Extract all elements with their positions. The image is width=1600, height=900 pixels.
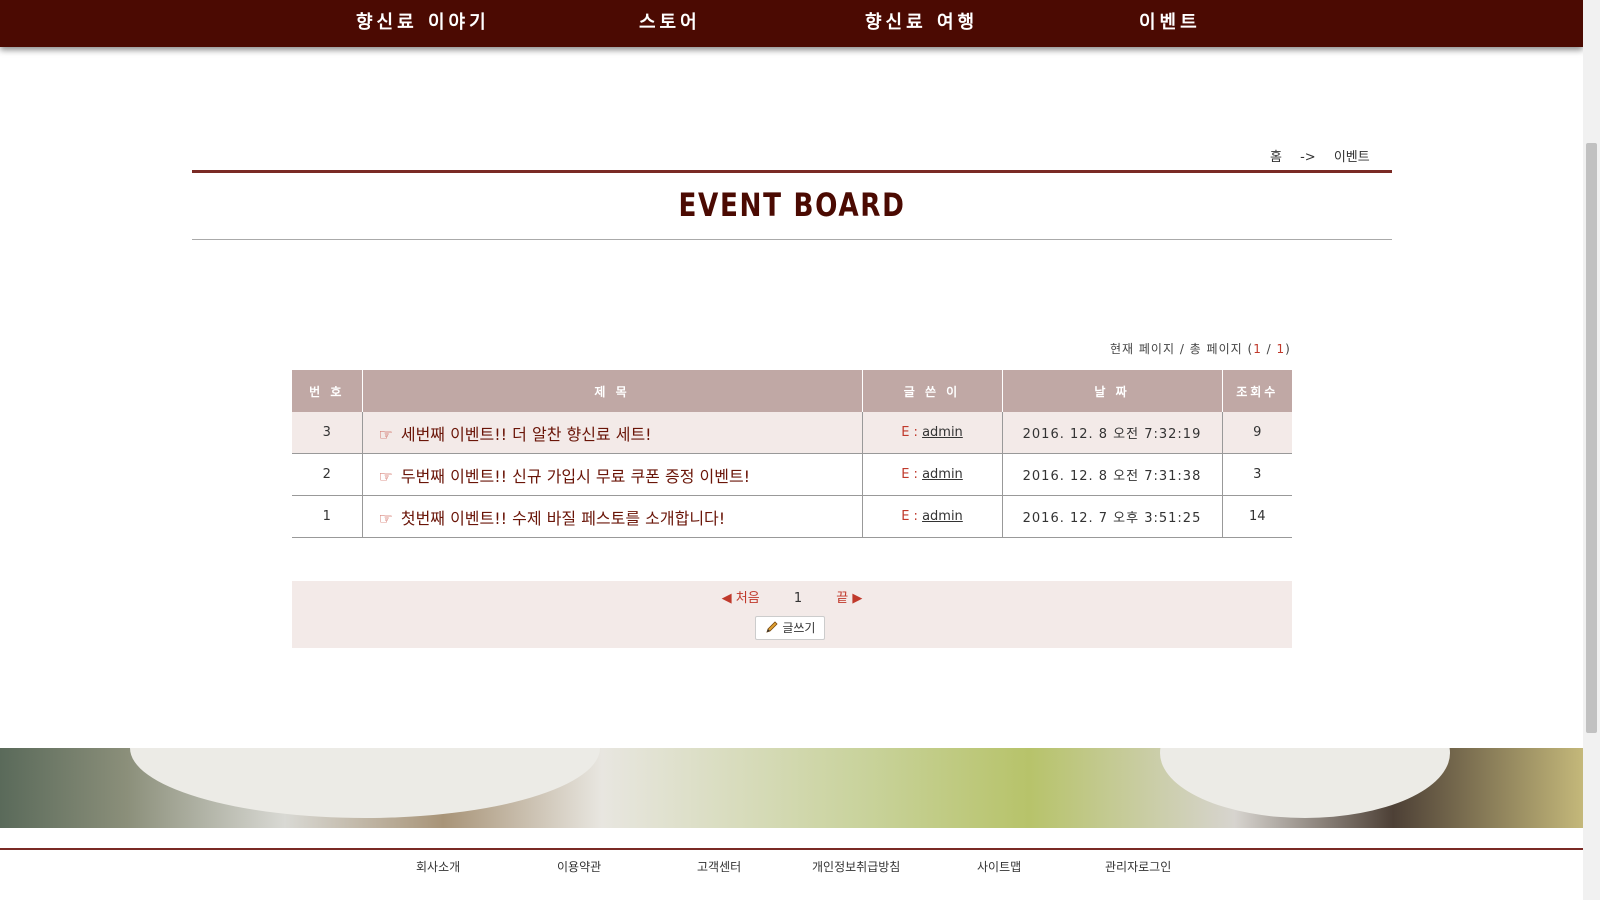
first-page-link[interactable]: ◀ 처음 [722,591,760,606]
row-title-link[interactable]: 두번째 이벤트!! 신규 가입시 무료 쿠폰 증정 이벤트! [401,467,750,486]
breadcrumb: 홈 -> 이벤트 [1270,146,1384,165]
header-views: 조회수 [1221,370,1292,412]
header-date: 날 짜 [1001,370,1222,412]
nav-item-store[interactable]: 스토어 [639,8,701,34]
breadcrumb-home[interactable]: 홈 [1270,150,1282,165]
row-date: 2016. 12. 8 오전 7:31:38 [1001,453,1222,496]
footer-link-sitemap[interactable]: 사이트맵 [977,858,1021,875]
page-info-total: 1 [1276,342,1286,356]
footer-link-customer-center[interactable]: 고객센터 [697,858,741,875]
header-title: 제 목 [361,370,862,412]
row-date: 2016. 12. 7 오후 3:51:25 [1001,495,1222,538]
vertical-scrollbar[interactable] [1583,0,1600,900]
row-number: 3 [292,412,362,454]
row-views: 14 [1221,495,1292,538]
page-info-close: ) [1285,342,1291,356]
pencil-icon [765,621,783,635]
row-title-cell: ☞ 첫번째 이벤트!! 수제 바질 페스토를 소개합니다! [361,495,862,538]
row-title-cell: ☞ 두번째 이벤트!! 신규 가입시 무료 쿠폰 증정 이벤트! [361,453,862,496]
title-bottom-rule [192,239,1392,240]
page-info: 현재 페이지 / 총 페이지 (1 / 1) [1110,340,1291,357]
title-top-rule [192,170,1392,173]
row-title-cell: ☞ 세번째 이벤트!! 더 알찬 향신료 세트! [361,412,862,454]
footer-link-company[interactable]: 회사소개 [416,858,460,875]
page-info-current: 1 [1253,342,1262,356]
pointing-hand-icon: ☞ [378,424,393,444]
write-button-label: 글쓰기 [782,621,816,635]
footer-link-admin-login[interactable]: 관리자로그인 [1105,858,1171,875]
breadcrumb-separator: -> [1300,150,1316,165]
pagination: ◀ 처음 1 끝 ▶ [292,587,1292,606]
last-page-link[interactable]: 끝 ▶ [836,591,862,606]
header-number: 번 호 [292,370,362,412]
row-views: 9 [1221,412,1292,454]
author-prefix: E : [901,509,918,524]
row-author-cell: E : admin [861,453,1002,496]
page-info-slash: / [1266,342,1272,356]
row-number: 1 [292,495,362,538]
row-views: 3 [1221,453,1292,496]
author-prefix: E : [901,467,918,482]
footer-banner-image [0,748,1583,828]
table-row: 3 ☞ 세번째 이벤트!! 더 알찬 향신료 세트! E : admin 2016… [292,412,1292,454]
pointing-hand-icon: ☞ [378,508,393,528]
table-row: 1 ☞ 첫번째 이벤트!! 수제 바질 페스토를 소개합니다! E : admin… [292,495,1292,538]
scrollbar-thumb[interactable] [1586,143,1597,733]
pointing-hand-icon: ☞ [378,466,393,486]
footer-rule [0,848,1583,850]
nav-item-spice-story[interactable]: 향신료 이야기 [356,8,490,34]
footer-link-terms[interactable]: 이용약관 [557,858,601,875]
page-info-label: 현재 페이지 / 총 페이지 [1110,342,1243,356]
header-author: 글 쓴 이 [861,370,1002,412]
breadcrumb-current: 이벤트 [1333,150,1370,165]
row-author-cell: E : admin [861,495,1002,538]
current-page-number[interactable]: 1 [794,591,802,606]
author-link[interactable]: admin [922,509,963,524]
row-title-link[interactable]: 첫번째 이벤트!! 수제 바질 페스토를 소개합니다! [401,509,725,528]
row-author-cell: E : admin [861,412,1002,454]
page-title: EVENT BOARD [678,186,906,224]
row-title-link[interactable]: 세번째 이벤트!! 더 알찬 향신료 세트! [401,425,652,444]
footer-link-privacy[interactable]: 개인정보취급방침 [812,858,900,875]
event-board-table: 번 호 제 목 글 쓴 이 날 짜 조회수 3 ☞ 세번째 이벤트!! 더 알찬 … [292,370,1292,538]
pagination-panel: ◀ 처음 1 끝 ▶ 글쓰기 [292,581,1292,648]
author-link[interactable]: admin [922,425,963,440]
table-header-row: 번 호 제 목 글 쓴 이 날 짜 조회수 [292,370,1292,412]
author-prefix: E : [901,425,918,440]
bowl-shape-left [130,748,600,818]
top-navigation: 향신료 이야기 스토어 향신료 여행 이벤트 [0,0,1583,47]
nav-item-event[interactable]: 이벤트 [1139,8,1201,34]
row-date: 2016. 12. 8 오전 7:32:19 [1001,412,1222,454]
author-link[interactable]: admin [922,467,963,482]
row-number: 2 [292,453,362,496]
table-row: 2 ☞ 두번째 이벤트!! 신규 가입시 무료 쿠폰 증정 이벤트! E : ad… [292,453,1292,496]
write-button[interactable]: 글쓰기 [755,616,825,640]
bowl-shape-right [1160,748,1450,818]
nav-item-spice-travel[interactable]: 향신료 여행 [865,8,978,34]
